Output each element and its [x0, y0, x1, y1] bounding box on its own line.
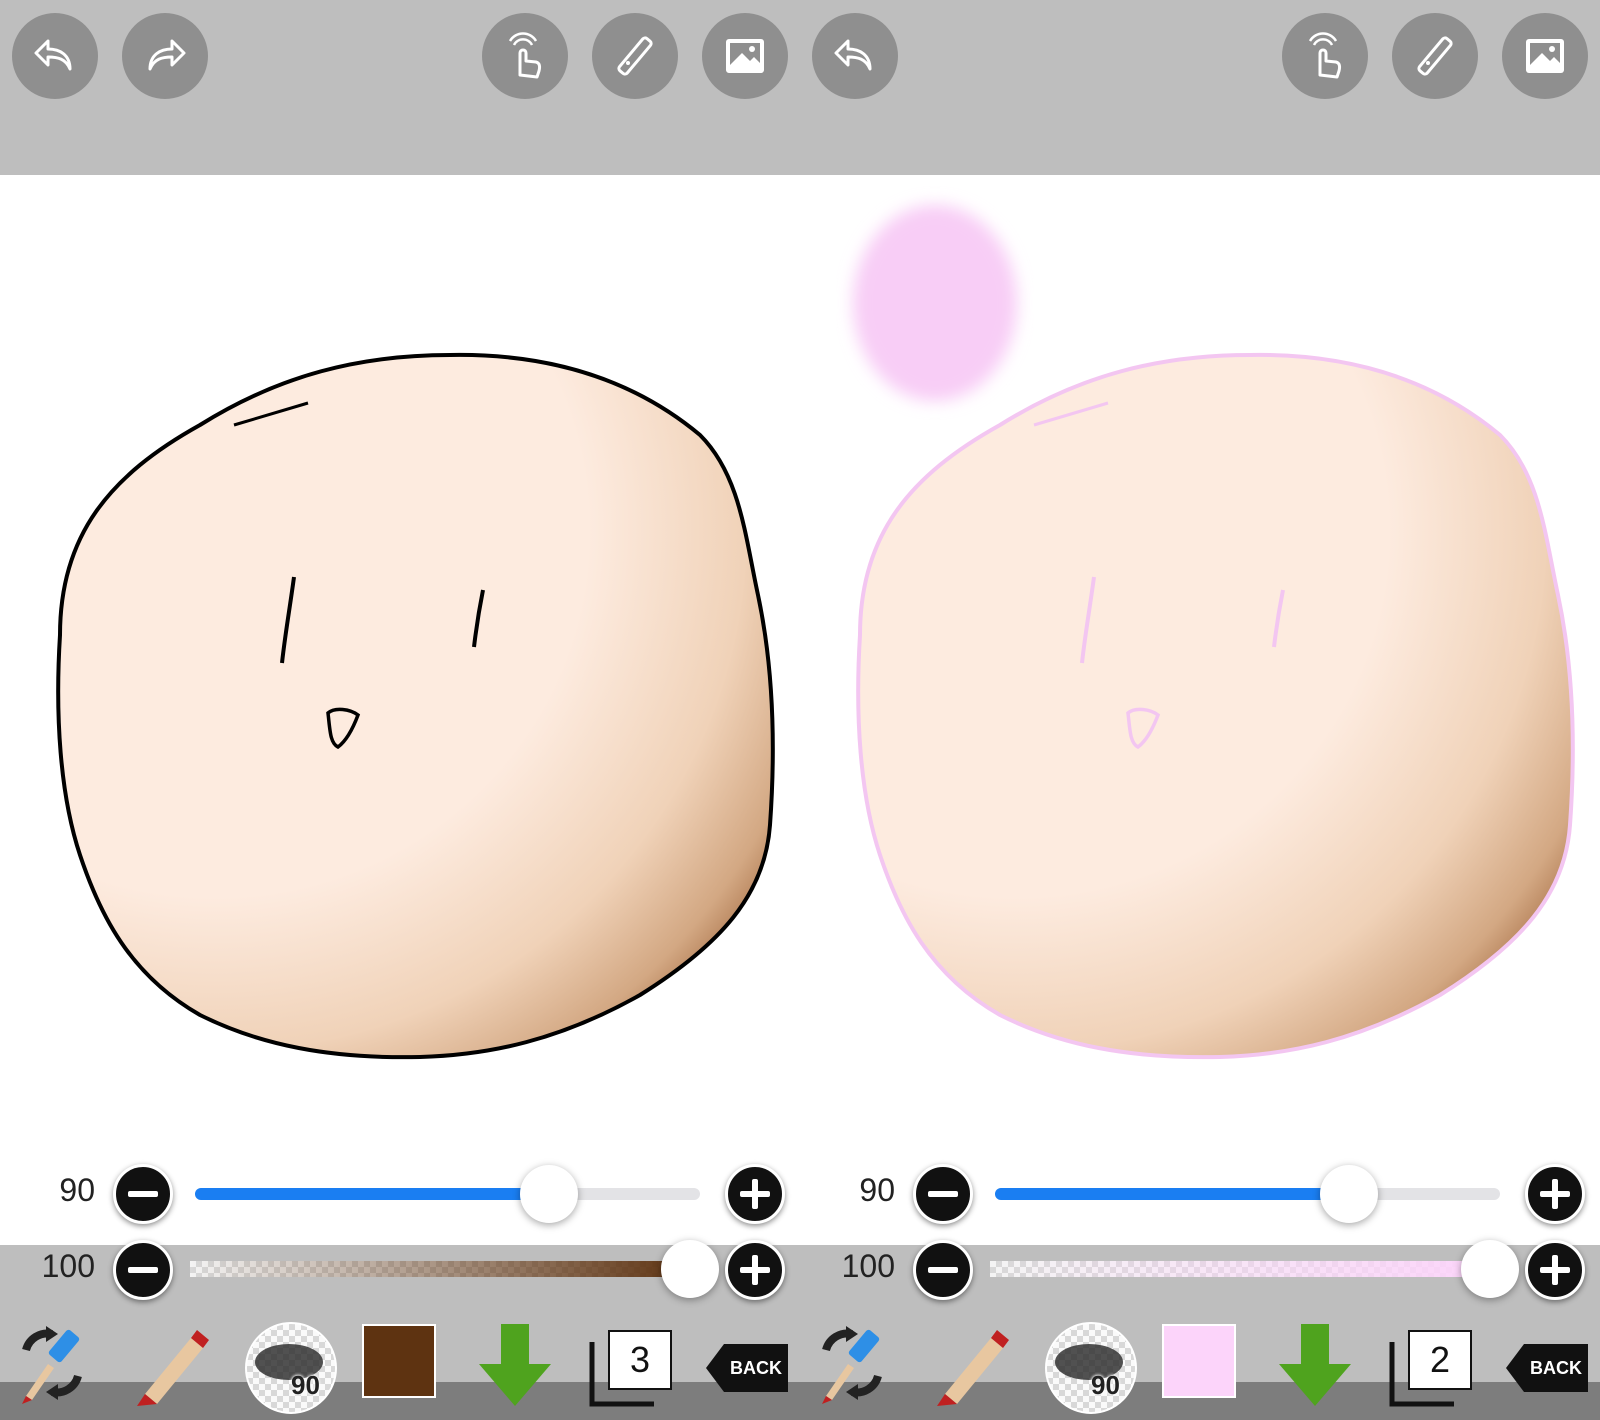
hand-touch-icon — [1308, 32, 1342, 79]
brush-tool-button-2[interactable] — [925, 1320, 1015, 1410]
brush-size-badge: 90 — [291, 1370, 320, 1400]
image-icon — [726, 39, 764, 73]
brush-size-fill-2 — [995, 1188, 1349, 1200]
color-swatch-2[interactable] — [1162, 1324, 1236, 1398]
layer-number: 3 — [608, 1330, 672, 1390]
opacity-gradient — [190, 1261, 690, 1277]
brush-size-thumb-2[interactable] — [1319, 1165, 1378, 1223]
pencil-icon — [137, 1330, 209, 1406]
undo-button[interactable] — [12, 13, 98, 99]
swap-tool-button[interactable] — [12, 1320, 92, 1410]
image-button-2[interactable] — [1502, 13, 1588, 99]
swap-brush-eraser-icon — [22, 1326, 82, 1404]
back-button-2[interactable]: BACK — [1506, 1344, 1588, 1392]
drawing-canvas[interactable] — [0, 175, 1600, 1245]
bottom-strip — [0, 1382, 1600, 1420]
undo-arrow-icon — [834, 39, 872, 71]
ruler-icon — [1417, 36, 1453, 76]
swap-brush-eraser-icon — [822, 1326, 882, 1404]
right-face-drawing — [856, 352, 1575, 1060]
touch-button[interactable] — [482, 13, 568, 99]
down-arrow-icon — [1279, 1324, 1351, 1406]
back-label: BACK — [730, 1358, 782, 1378]
hand-touch-icon — [508, 32, 542, 79]
opacity-gradient-2 — [990, 1261, 1490, 1277]
pencil-icon — [937, 1330, 1009, 1406]
brush-shape-button-2[interactable]: 90 — [1045, 1322, 1137, 1414]
left-face-drawing — [56, 352, 775, 1060]
layers-button[interactable]: 3 — [588, 1330, 678, 1410]
layers-button-2[interactable]: 2 — [1388, 1330, 1478, 1410]
top-toolbar — [0, 0, 1600, 175]
color-swatch[interactable] — [362, 1324, 436, 1398]
redo-button[interactable] — [122, 13, 208, 99]
image-button[interactable] — [702, 13, 788, 99]
layer-number-2: 2 — [1408, 1330, 1472, 1390]
opacity-thumb[interactable] — [661, 1240, 719, 1298]
opacity-slider-2[interactable] — [990, 1261, 1490, 1277]
ruler-button-2[interactable] — [1392, 13, 1478, 99]
layer-merge-button-2[interactable] — [1275, 1320, 1355, 1410]
opacity-decrease-button-2[interactable] — [913, 1240, 973, 1300]
back-button[interactable]: BACK — [706, 1344, 788, 1392]
down-arrow-icon — [479, 1324, 551, 1406]
canvas-artwork — [56, 205, 1575, 1060]
undo-button-2[interactable] — [812, 13, 898, 99]
opacity-value-2: 100 — [841, 1248, 895, 1284]
opacity-increase-button[interactable] — [725, 1240, 785, 1300]
swap-tool-button-2[interactable] — [812, 1320, 892, 1410]
brush-tool-button[interactable] — [125, 1320, 215, 1410]
brush-size-badge-2: 90 — [1091, 1370, 1120, 1400]
size-decrease-button-2[interactable] — [913, 1164, 973, 1224]
opacity-increase-button-2[interactable] — [1525, 1240, 1585, 1300]
brush-size-value-2: 90 — [859, 1172, 895, 1208]
brush-size-thumb[interactable] — [519, 1165, 578, 1223]
opacity-decrease-button[interactable] — [113, 1240, 173, 1300]
layer-merge-button[interactable] — [475, 1320, 555, 1410]
ruler-icon — [617, 36, 653, 76]
redo-arrow-icon — [148, 39, 186, 71]
undo-arrow-icon — [34, 39, 72, 71]
size-increase-button-2[interactable] — [1525, 1164, 1585, 1224]
size-decrease-button[interactable] — [113, 1164, 173, 1224]
brush-size-slider-2[interactable] — [995, 1188, 1500, 1200]
opacity-thumb-2[interactable] — [1461, 1240, 1519, 1298]
opacity-value: 100 — [41, 1248, 95, 1284]
opacity-slider[interactable] — [190, 1261, 690, 1277]
pink-brush-sample — [853, 205, 1017, 401]
brush-shape-button[interactable]: 90 — [245, 1322, 337, 1414]
size-increase-button[interactable] — [725, 1164, 785, 1224]
back-label-2: BACK — [1530, 1358, 1582, 1378]
brush-size-fill — [195, 1188, 549, 1200]
ruler-button[interactable] — [592, 13, 678, 99]
brush-size-slider[interactable] — [195, 1188, 700, 1200]
brush-size-value: 90 — [59, 1172, 95, 1208]
image-icon — [1526, 39, 1564, 73]
touch-button-2[interactable] — [1282, 13, 1368, 99]
